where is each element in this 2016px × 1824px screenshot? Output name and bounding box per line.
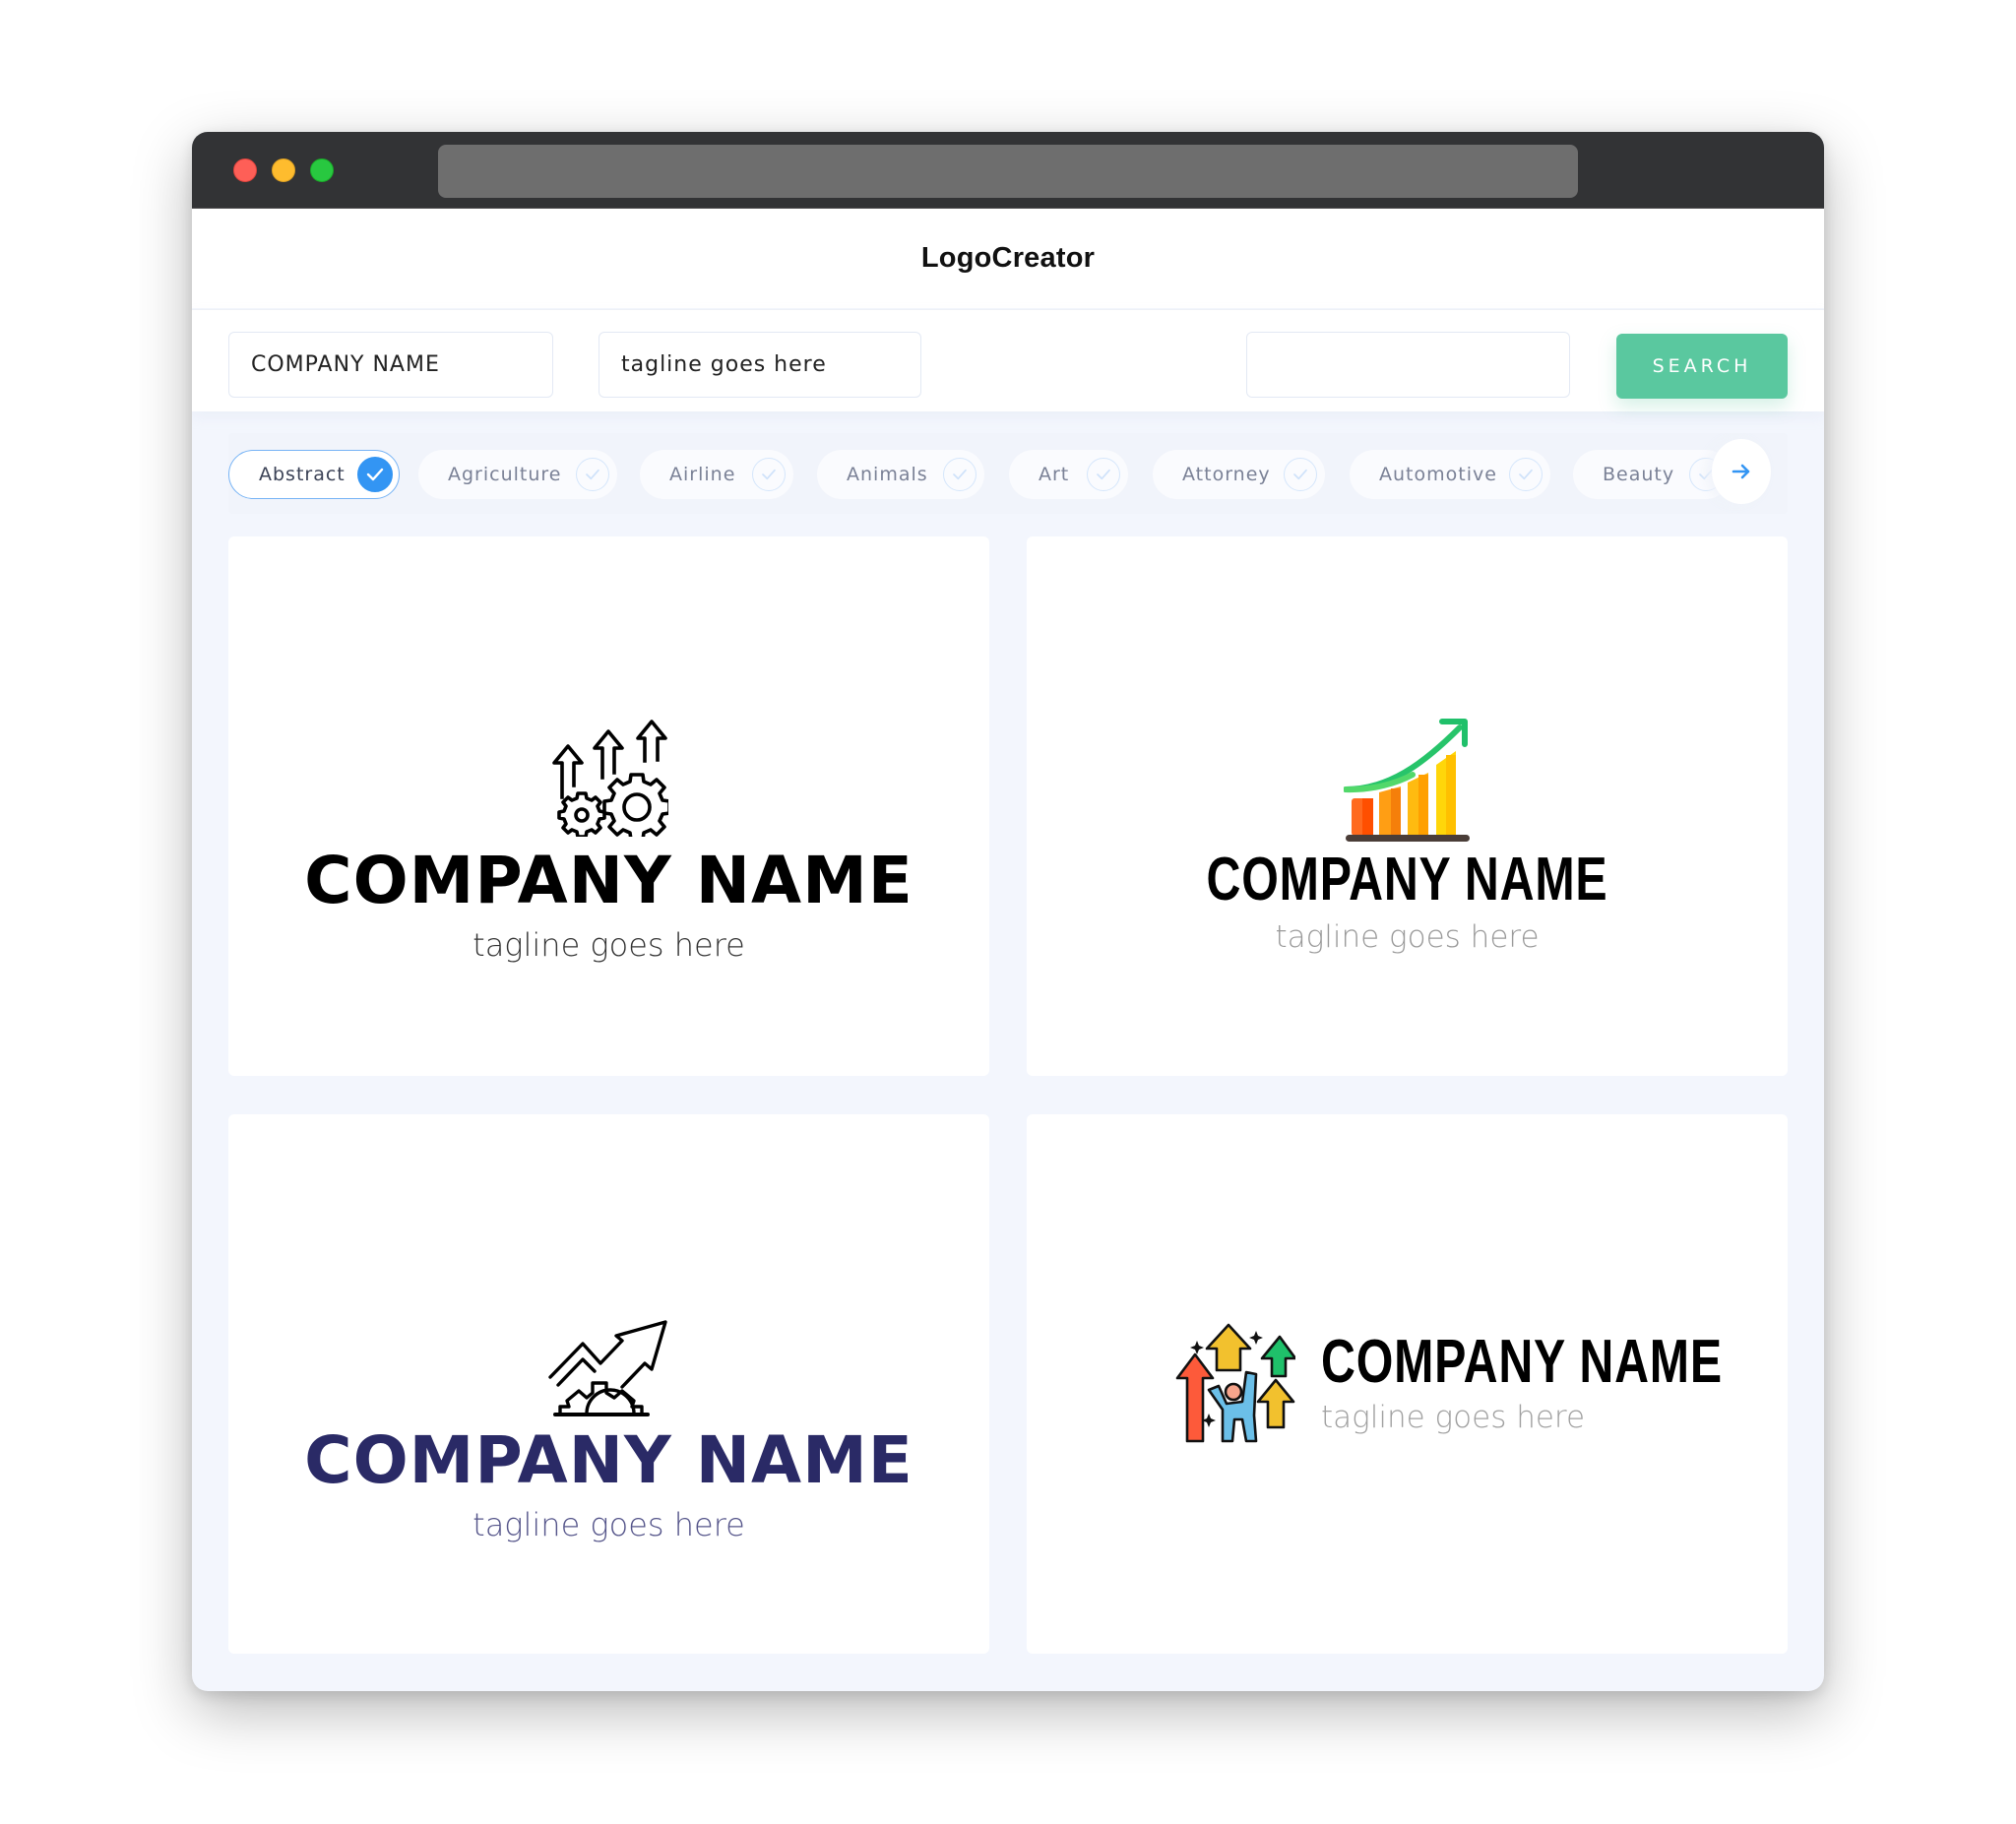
category-chip-label: Animals bbox=[847, 464, 928, 485]
arrows-gears-icon bbox=[551, 720, 668, 837]
logo-company-name: COMPANY NAME bbox=[304, 843, 914, 918]
address-bar[interactable] bbox=[438, 145, 1578, 198]
site-logo-title[interactable]: LogoCreator bbox=[921, 242, 1095, 275]
categories-next-button[interactable] bbox=[1712, 439, 1771, 504]
category-chip-attorney[interactable]: Attorney bbox=[1153, 450, 1325, 499]
company-name-field[interactable] bbox=[228, 332, 553, 398]
search-button[interactable]: SEARCH bbox=[1616, 334, 1788, 399]
logo-preview: COMPANY NAME tagline goes here bbox=[1027, 716, 1788, 953]
bar-chart-growth-icon bbox=[1343, 719, 1470, 842]
category-chip-airline[interactable]: Airline bbox=[640, 450, 793, 499]
site-header: LogoCreator bbox=[192, 209, 1824, 308]
logo-preview: COMPANY NAME tagline goes here bbox=[228, 1296, 989, 1541]
search-toolbar: SEARCH bbox=[192, 309, 1824, 411]
category-chip-beauty[interactable]: Beauty bbox=[1573, 450, 1731, 499]
logo-company-name: COMPANY NAME bbox=[1206, 846, 1608, 913]
gear-trend-arrow-icon bbox=[547, 1320, 667, 1416]
category-chip-art[interactable]: Art bbox=[1009, 450, 1128, 499]
logo-card[interactable]: COMPANY NAME tagline goes here bbox=[228, 1114, 989, 1654]
minimize-window-button[interactable] bbox=[272, 158, 295, 182]
category-chip-label: Art bbox=[1039, 464, 1070, 485]
check-icon bbox=[357, 457, 393, 492]
logo-tagline: tagline goes here bbox=[472, 926, 745, 964]
arrow-right-icon bbox=[1732, 464, 1750, 479]
check-icon bbox=[943, 458, 976, 491]
maximize-window-button[interactable] bbox=[310, 158, 334, 182]
logo-card[interactable]: COMPANY NAME tagline goes here bbox=[1027, 536, 1788, 1076]
logo-card[interactable]: COMPANY NAME tagline goes here bbox=[228, 536, 989, 1076]
keyword-field[interactable] bbox=[1246, 332, 1570, 398]
check-icon bbox=[752, 458, 786, 491]
category-chip-label: Attorney bbox=[1182, 464, 1271, 485]
logo-tagline: tagline goes here bbox=[472, 1506, 745, 1543]
logo-text-block: COMPANY NAME tagline goes here bbox=[1321, 1327, 1757, 1435]
category-chip-animals[interactable]: Animals bbox=[817, 450, 984, 499]
category-chip-label: Abstract bbox=[259, 464, 346, 485]
check-icon bbox=[1509, 458, 1543, 491]
category-chip-label: Beauty bbox=[1603, 464, 1675, 485]
category-chip-agriculture[interactable]: Agriculture bbox=[418, 450, 617, 499]
keyword-input[interactable] bbox=[1269, 352, 1547, 377]
category-filter-bar: Abstract Agriculture Airline Animals Art bbox=[228, 433, 1788, 514]
title-bar bbox=[192, 132, 1824, 209]
category-chip-label: Agriculture bbox=[448, 464, 562, 485]
close-window-button[interactable] bbox=[233, 158, 257, 182]
logo-tagline: tagline goes here bbox=[1321, 1399, 1586, 1435]
logo-tagline: tagline goes here bbox=[1275, 919, 1540, 955]
category-chip-label: Automotive bbox=[1379, 464, 1497, 485]
logo-card[interactable]: COMPANY NAME tagline goes here bbox=[1027, 1114, 1788, 1654]
check-icon bbox=[1087, 458, 1120, 491]
category-chip-automotive[interactable]: Automotive bbox=[1350, 450, 1550, 499]
logo-preview: COMPANY NAME tagline goes here bbox=[1173, 1321, 1757, 1443]
company-name-input[interactable] bbox=[251, 352, 531, 377]
person-arrows-icon bbox=[1175, 1323, 1295, 1443]
check-icon bbox=[1284, 458, 1317, 491]
category-chip-abstract[interactable]: Abstract bbox=[228, 450, 400, 499]
tagline-field[interactable] bbox=[598, 332, 921, 398]
check-icon bbox=[576, 458, 609, 491]
logo-company-name: COMPANY NAME bbox=[304, 1422, 914, 1498]
tagline-input[interactable] bbox=[621, 352, 899, 377]
logo-company-name: COMPANY NAME bbox=[1321, 1327, 1723, 1396]
logo-preview: COMPANY NAME tagline goes here bbox=[228, 719, 989, 961]
category-chip-label: Airline bbox=[669, 464, 736, 485]
browser-window: LogoCreator SEARCH Abstract Agriculture … bbox=[192, 132, 1824, 1691]
